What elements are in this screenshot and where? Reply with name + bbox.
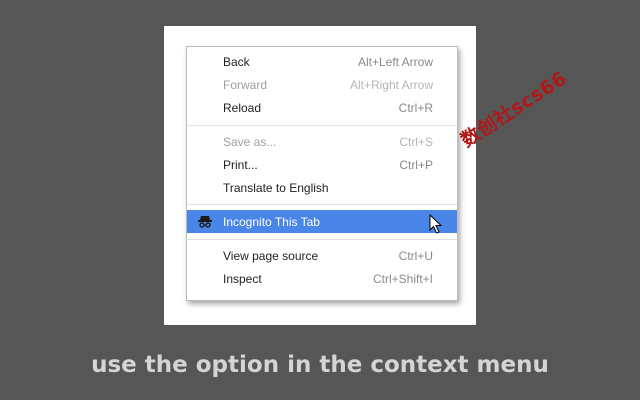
menu-item-translate[interactable]: Translate to English xyxy=(187,176,457,199)
menu-item-forward[interactable]: Forward Alt+Right Arrow xyxy=(187,73,457,96)
screenshot-card: Back Alt+Left Arrow Forward Alt+Right Ar… xyxy=(164,26,476,325)
menu-separator xyxy=(187,204,457,205)
menu-item-label: Forward xyxy=(223,77,268,92)
menu-separator xyxy=(187,239,457,240)
menu-item-reload[interactable]: Reload Ctrl+R xyxy=(187,96,457,119)
menu-item-shortcut: Ctrl+P xyxy=(399,157,433,172)
menu-item-label: Back xyxy=(223,54,250,69)
context-menu: Back Alt+Left Arrow Forward Alt+Right Ar… xyxy=(186,46,458,301)
menu-item-label: Translate to English xyxy=(223,180,329,195)
menu-item-shortcut: Ctrl+U xyxy=(398,248,433,263)
menu-item-inspect[interactable]: Inspect Ctrl+Shift+I xyxy=(187,267,457,290)
mouse-pointer-icon xyxy=(429,214,443,234)
menu-item-label: Print... xyxy=(223,157,258,172)
menu-item-back[interactable]: Back Alt+Left Arrow xyxy=(187,50,457,73)
incognito-icon xyxy=(198,216,212,228)
menu-item-shortcut: Ctrl+S xyxy=(399,134,433,149)
menu-item-shortcut: Ctrl+Shift+I xyxy=(372,271,433,286)
menu-item-label: Inspect xyxy=(223,271,262,286)
menu-item-incognito-this-tab[interactable]: Incognito This Tab xyxy=(187,210,457,234)
menu-item-shortcut: Ctrl+R xyxy=(398,100,433,115)
menu-item-label: Reload xyxy=(223,100,262,115)
menu-item-save-as[interactable]: Save as... Ctrl+S xyxy=(187,130,457,153)
menu-item-print[interactable]: Print... Ctrl+P xyxy=(187,153,457,176)
menu-item-shortcut: Alt+Left Arrow xyxy=(357,54,433,69)
menu-item-label: View page source xyxy=(223,248,319,263)
menu-item-label: Save as... xyxy=(223,134,277,149)
menu-separator xyxy=(187,125,457,126)
menu-item-view-page-source[interactable]: View page source Ctrl+U xyxy=(187,244,457,267)
menu-item-shortcut: Alt+Right Arrow xyxy=(349,77,433,92)
caption-text: use the option in the context menu xyxy=(91,352,549,378)
menu-item-label: Incognito This Tab xyxy=(223,214,320,229)
